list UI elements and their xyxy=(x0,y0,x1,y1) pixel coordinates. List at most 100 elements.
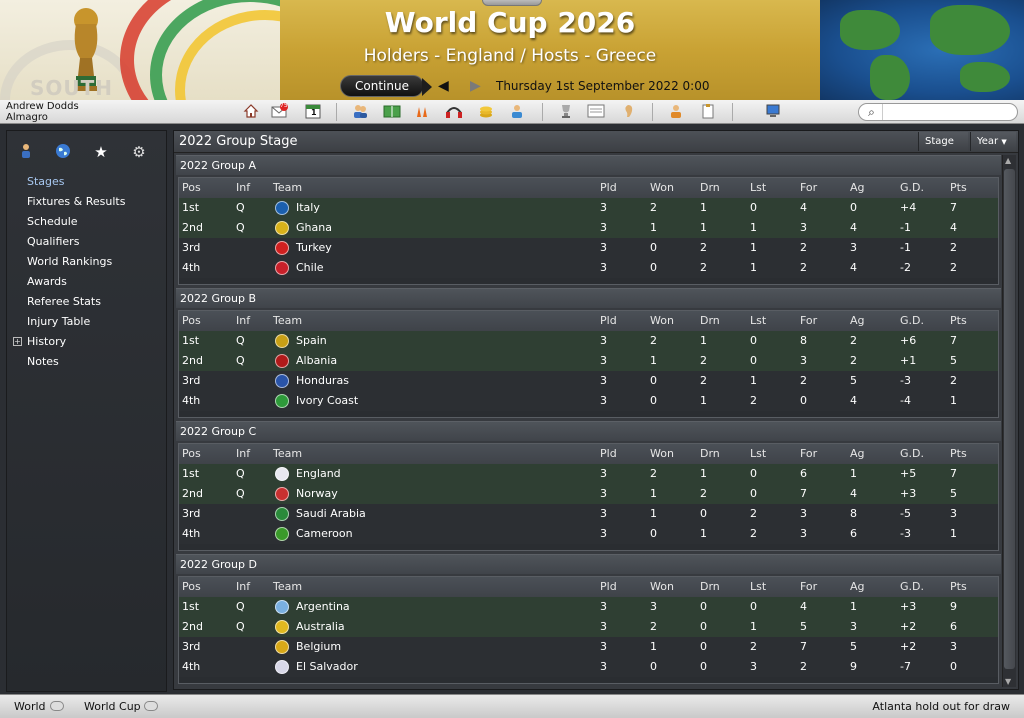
col-ag-header[interactable]: Ag xyxy=(850,444,865,464)
scouting-icon[interactable] xyxy=(445,103,462,119)
sidebar-item-referee-stats[interactable]: Referee Stats xyxy=(7,293,168,313)
sidebar-item-schedule[interactable]: Schedule xyxy=(7,213,168,233)
col-drn-header[interactable]: Drn xyxy=(700,577,720,597)
col-pld-header[interactable]: Pld xyxy=(600,178,617,198)
breadcrumb-toggle-icon[interactable] xyxy=(50,701,64,711)
staff-icon[interactable] xyxy=(509,103,525,119)
col-inf-header[interactable]: Inf xyxy=(236,444,250,464)
sidebar-item-notes[interactable]: Notes xyxy=(7,353,168,373)
col-inf-header[interactable]: Inf xyxy=(236,178,250,198)
sidebar-item-qualifiers[interactable]: Qualifiers xyxy=(7,233,168,253)
col-ag-header[interactable]: Ag xyxy=(850,311,865,331)
stage-dropdown[interactable]: Stage ▼ xyxy=(918,132,968,165)
col-for-header[interactable]: For xyxy=(800,178,817,198)
col-gd-header[interactable]: G.D. xyxy=(900,577,924,597)
search-bar[interactable]: ⌕ xyxy=(858,103,1018,121)
col-pts-header[interactable]: Pts xyxy=(950,311,967,331)
star-icon[interactable]: ★ xyxy=(92,143,110,161)
col-won-header[interactable]: Won xyxy=(650,444,674,464)
col-team-header[interactable]: Team xyxy=(273,444,302,464)
back-arrow-icon[interactable]: ◀ xyxy=(438,78,449,94)
table-row[interactable]: 1st Q Argentina 3 3 0 0 4 1 +3 9 xyxy=(179,597,998,617)
col-team-header[interactable]: Team xyxy=(273,178,302,198)
scroll-up-icon[interactable]: ▲ xyxy=(1005,156,1011,165)
group-title[interactable]: 2022 Group D xyxy=(176,554,1001,574)
news-ticker[interactable]: Atlanta hold out for draw xyxy=(872,700,1010,713)
scroll-down-icon[interactable]: ▼ xyxy=(1005,677,1011,686)
continue-button[interactable]: Continue xyxy=(340,75,432,97)
search-icon[interactable]: ⌕ xyxy=(861,104,883,120)
table-row[interactable]: 4th Chile 3 0 2 1 2 4 -2 2 xyxy=(179,258,998,278)
table-row[interactable]: 4th El Salvador 3 0 0 3 2 9 -7 0 xyxy=(179,657,998,677)
table-row[interactable]: 1st Q Italy 3 2 1 0 4 0 +4 7 xyxy=(179,198,998,218)
sidebar-item-world-rankings[interactable]: World Rankings xyxy=(7,253,168,273)
search-input[interactable] xyxy=(885,105,1013,119)
team-name[interactable]: Italy xyxy=(296,198,320,218)
training-icon[interactable] xyxy=(414,103,430,119)
col-team-header[interactable]: Team xyxy=(273,311,302,331)
team-name[interactable]: Saudi Arabia xyxy=(296,504,366,524)
sidebar-item-stages[interactable]: Stages xyxy=(7,173,168,193)
year-dropdown[interactable]: Year ▼ xyxy=(970,132,1016,151)
inbox-icon[interactable]: 75 xyxy=(271,102,288,119)
col-drn-header[interactable]: Drn xyxy=(700,444,720,464)
team-name[interactable]: Argentina xyxy=(296,597,350,617)
forward-arrow-icon[interactable]: ▶ xyxy=(470,78,481,94)
col-won-header[interactable]: Won xyxy=(650,577,674,597)
team-name[interactable]: Turkey xyxy=(296,238,332,258)
col-pts-header[interactable]: Pts xyxy=(950,577,967,597)
expand-icon[interactable]: + xyxy=(13,337,22,346)
col-drn-header[interactable]: Drn xyxy=(700,311,720,331)
team-name[interactable]: Norway xyxy=(296,484,338,504)
table-row[interactable]: 4th Ivory Coast 3 0 1 2 0 4 -4 1 xyxy=(179,391,998,411)
group-title[interactable]: 2022 Group B xyxy=(176,288,1001,308)
col-pos-header[interactable]: Pos xyxy=(182,577,201,597)
col-pts-header[interactable]: Pts xyxy=(950,178,967,198)
team-name[interactable]: Australia xyxy=(296,617,345,637)
computer-icon[interactable] xyxy=(765,103,781,119)
player-icon[interactable] xyxy=(17,143,35,161)
team-name[interactable]: Ivory Coast xyxy=(296,391,358,411)
sidebar-item-injury-table[interactable]: Injury Table xyxy=(7,313,168,333)
col-pld-header[interactable]: Pld xyxy=(600,311,617,331)
table-row[interactable]: 3rd Belgium 3 1 0 2 7 5 +2 3 xyxy=(179,637,998,657)
breadcrumb-world[interactable]: World xyxy=(14,700,46,713)
manager-icon[interactable] xyxy=(668,103,684,119)
gears-icon[interactable]: ⚙ xyxy=(130,143,148,161)
col-gd-header[interactable]: G.D. xyxy=(900,178,924,198)
team-name[interactable]: El Salvador xyxy=(296,657,358,677)
table-row[interactable]: 3rd Honduras 3 0 2 1 2 5 -3 2 xyxy=(179,371,998,391)
team-name[interactable]: England xyxy=(296,464,341,484)
col-pts-header[interactable]: Pts xyxy=(950,444,967,464)
team-name[interactable]: Honduras xyxy=(296,371,349,391)
scrollbar[interactable]: ▲ ▼ xyxy=(1002,155,1016,687)
col-for-header[interactable]: For xyxy=(800,311,817,331)
col-team-header[interactable]: Team xyxy=(273,577,302,597)
col-ag-header[interactable]: Ag xyxy=(850,178,865,198)
sidebar-item-awards[interactable]: Awards xyxy=(7,273,168,293)
col-lst-header[interactable]: Lst xyxy=(750,444,766,464)
table-row[interactable]: 2nd Q Ghana 3 1 1 1 3 4 -1 4 xyxy=(179,218,998,238)
col-gd-header[interactable]: G.D. xyxy=(900,311,924,331)
team-name[interactable]: Chile xyxy=(296,258,324,278)
table-row[interactable]: 1st Q Spain 3 2 1 0 8 2 +6 7 xyxy=(179,331,998,351)
col-won-header[interactable]: Won xyxy=(650,311,674,331)
sidebar-item-history[interactable]: + History xyxy=(7,333,168,353)
col-lst-header[interactable]: Lst xyxy=(750,178,766,198)
globe-icon[interactable] xyxy=(54,143,72,161)
table-row[interactable]: 2nd Q Norway 3 1 2 0 7 4 +3 5 xyxy=(179,484,998,504)
calendar-icon[interactable]: 1 xyxy=(305,103,321,119)
tactics-icon[interactable] xyxy=(383,103,401,119)
col-lst-header[interactable]: Lst xyxy=(750,311,766,331)
clipboard-icon[interactable] xyxy=(700,103,716,119)
competitions-icon[interactable] xyxy=(558,103,574,119)
col-won-header[interactable]: Won xyxy=(650,178,674,198)
scroll-thumb[interactable] xyxy=(1004,169,1015,669)
news-icon[interactable] xyxy=(587,103,605,119)
table-row[interactable]: 1st Q England 3 2 1 0 6 1 +5 7 xyxy=(179,464,998,484)
breadcrumb-toggle-icon[interactable] xyxy=(144,701,158,711)
team-name[interactable]: Belgium xyxy=(296,637,341,657)
finances-icon[interactable] xyxy=(478,103,494,119)
team-name[interactable]: Albania xyxy=(296,351,337,371)
table-row[interactable]: 3rd Turkey 3 0 2 1 2 3 -1 2 xyxy=(179,238,998,258)
